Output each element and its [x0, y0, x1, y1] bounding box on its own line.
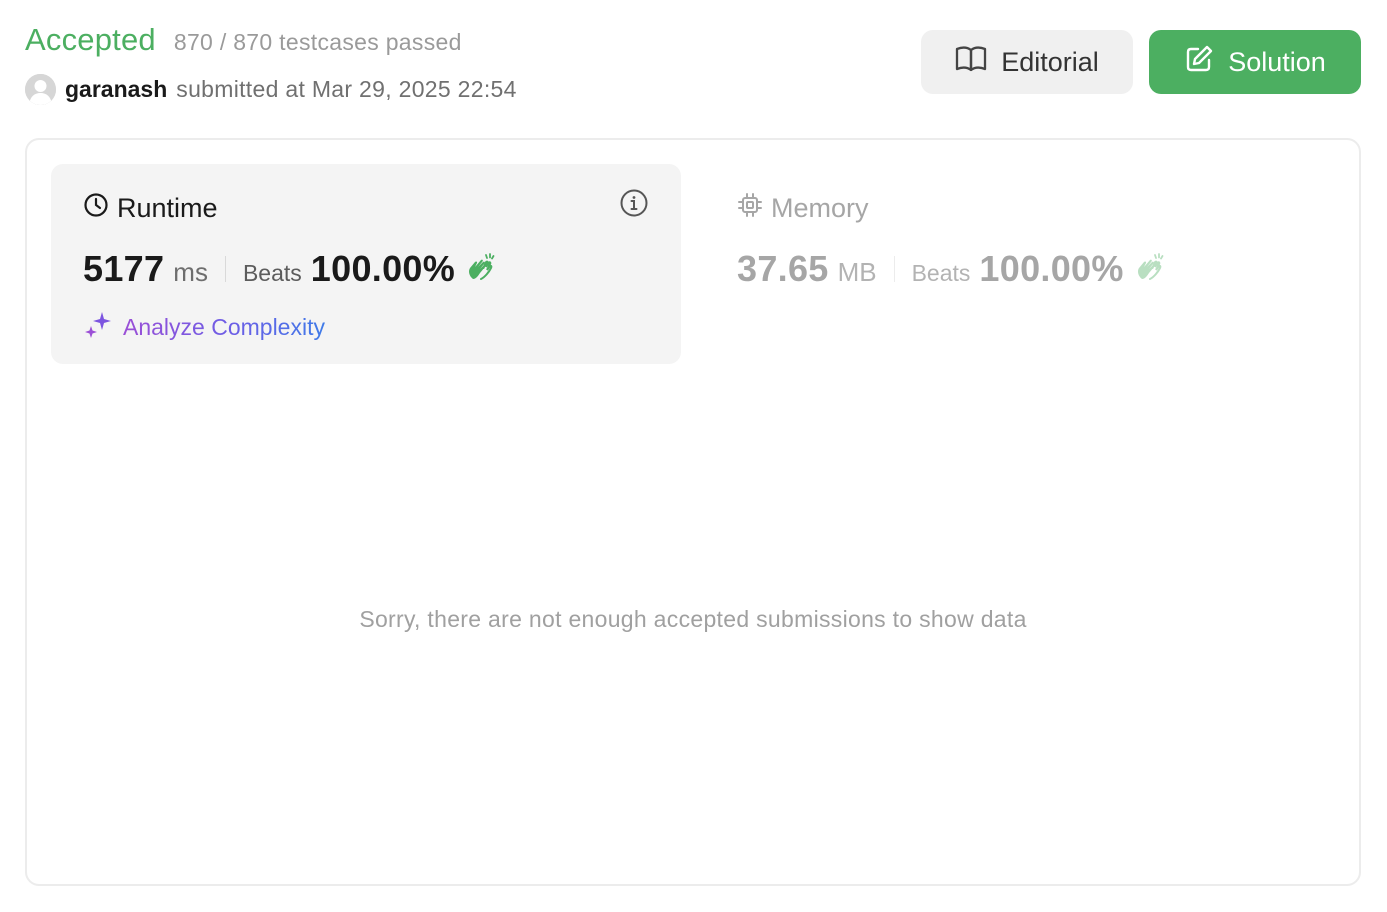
runtime-beats-value: 100.00%	[310, 248, 456, 289]
memory-values: 37.65 MB Beats 100.00%	[737, 248, 1165, 290]
clap-hands-icon	[466, 252, 496, 287]
runtime-unit: ms	[173, 257, 208, 287]
username-link[interactable]: garanash	[65, 76, 167, 103]
performance-card: Runtime 5177 ms Beats 100.00% Analyze Co…	[25, 138, 1361, 886]
solution-button-label: Solution	[1228, 46, 1326, 77]
editorial-button-label: Editorial	[1001, 46, 1099, 77]
memory-value: 37.65	[737, 248, 829, 289]
memory-beats-value: 100.00%	[979, 248, 1124, 289]
submission-header: Accepted 870 / 870 testcases passed gara…	[25, 22, 1361, 112]
runtime-value: 5177	[83, 248, 165, 289]
editorial-button[interactable]: Editorial	[921, 30, 1133, 94]
memory-panel[interactable]: Memory 37.65 MB Beats 100.00%	[707, 164, 1337, 364]
memory-beats-label: Beats	[911, 260, 971, 286]
clock-icon	[83, 192, 109, 225]
memory-divider	[893, 256, 895, 282]
empty-distribution-message: Sorry, there are not enough accepted sub…	[359, 606, 1027, 632]
runtime-beats-label: Beats	[242, 260, 302, 286]
memory-unit: MB	[837, 257, 877, 287]
sparkle-icon	[83, 310, 113, 345]
book-open-icon	[955, 45, 987, 80]
edit-pencil-icon	[1184, 44, 1214, 81]
submission-status: Accepted	[25, 22, 156, 57]
runtime-panel[interactable]: Runtime 5177 ms Beats 100.00% Analyze Co…	[51, 164, 681, 364]
analyze-complexity-label: Analyze Complexity	[123, 314, 325, 340]
memory-label: Memory	[771, 193, 869, 223]
submitted-timestamp: submitted at Mar 29, 2025 22:54	[176, 76, 517, 102]
analyze-complexity-link[interactable]: Analyze Complexity	[83, 310, 325, 345]
status-line: Accepted 870 / 870 testcases passed	[25, 22, 462, 58]
runtime-divider	[224, 256, 226, 282]
clap-hands-icon	[1135, 252, 1165, 287]
runtime-title: Runtime	[83, 192, 218, 225]
solution-button[interactable]: Solution	[1149, 30, 1361, 94]
testcases-count: 870 / 870 testcases passed	[173, 29, 462, 55]
chip-icon	[737, 192, 763, 225]
runtime-values: 5177 ms Beats 100.00%	[83, 248, 496, 290]
user-avatar-icon[interactable]	[25, 74, 56, 105]
memory-title: Memory	[737, 192, 869, 225]
info-circle-icon[interactable]	[619, 188, 649, 223]
submitter-line: garanash submitted at Mar 29, 2025 22:54	[25, 74, 517, 105]
runtime-label: Runtime	[117, 193, 218, 223]
